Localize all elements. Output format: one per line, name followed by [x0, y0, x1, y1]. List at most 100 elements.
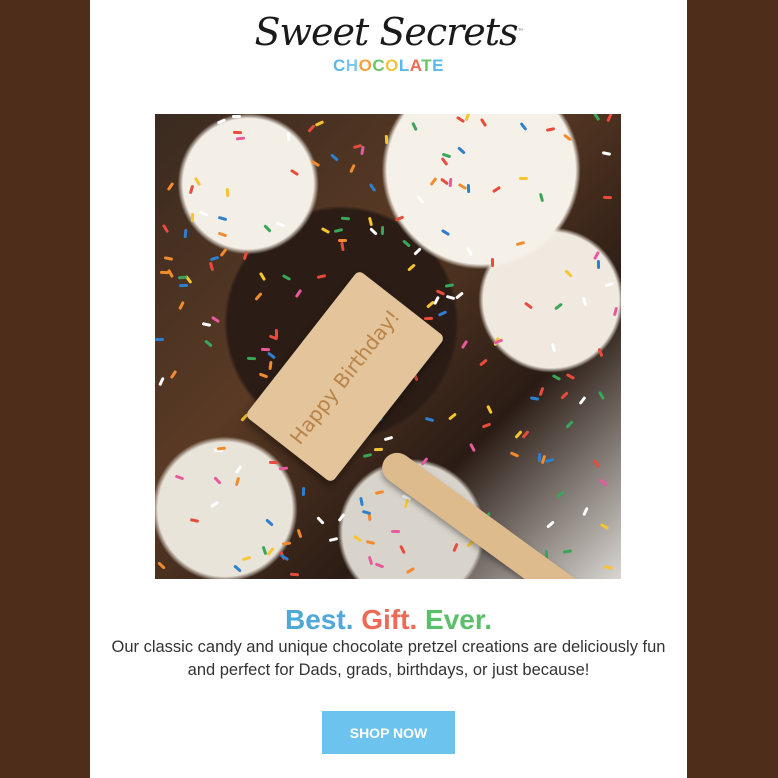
- sprinkle: [316, 516, 325, 525]
- sprinkle: [600, 522, 610, 531]
- sprinkle: [234, 465, 242, 475]
- logo-letter: O: [385, 56, 399, 75]
- sprinkle: [233, 564, 243, 573]
- sprinkle: [163, 255, 174, 261]
- sprinkle: [380, 226, 385, 236]
- sprinkle: [231, 115, 241, 119]
- sprinkle: [562, 133, 572, 142]
- sprinkle: [340, 241, 345, 251]
- sprinkle: [158, 376, 166, 386]
- sprinkle: [441, 228, 451, 237]
- sprinkle: [294, 288, 302, 298]
- sprinkle: [204, 339, 214, 348]
- sprinkle: [424, 416, 434, 423]
- sprinkle: [605, 281, 615, 288]
- sprinkle: [405, 567, 415, 575]
- sprinkle: [416, 195, 425, 205]
- headline-word: Ever.: [425, 604, 492, 635]
- logo-chocolate-wordmark: CHOCOLATE: [90, 56, 687, 76]
- hero-image[interactable]: Happy Birthday!: [155, 114, 621, 579]
- sprinkle: [261, 348, 271, 352]
- sprinkle: [429, 176, 438, 186]
- sprinkle: [440, 156, 449, 166]
- sprinkle: [341, 216, 351, 221]
- sprinkle: [597, 347, 604, 357]
- sprinkle: [578, 395, 587, 405]
- sprinkle: [362, 452, 372, 458]
- sprinkle: [166, 181, 175, 192]
- sprinkle: [210, 316, 220, 324]
- shop-now-button[interactable]: SHOP NOW: [322, 711, 455, 754]
- sprinkle: [193, 177, 201, 187]
- sprinkle: [455, 291, 464, 300]
- sprinkle: [266, 351, 276, 360]
- sprinkle: [598, 391, 606, 401]
- sprinkle: [606, 114, 614, 123]
- sprinkle: [368, 216, 374, 227]
- sprinkle: [183, 228, 188, 239]
- sprinkle: [604, 565, 614, 571]
- sprinkle: [189, 185, 195, 195]
- sprinkle: [208, 261, 215, 272]
- logo-letter: L: [398, 56, 410, 75]
- sprinkle: [316, 273, 326, 280]
- sprinkle: [268, 460, 278, 465]
- sprinkle: [538, 192, 545, 203]
- sprinkle: [349, 163, 356, 174]
- sprinkle: [368, 182, 377, 193]
- sprinkle: [383, 436, 394, 442]
- logo-script: Sweet Secrets™: [254, 10, 523, 54]
- sprinkle: [254, 292, 263, 301]
- logo-letter: C: [333, 56, 346, 75]
- sprinkle: [314, 120, 325, 128]
- sprinkle: [545, 127, 556, 133]
- sprinkle: [218, 231, 228, 238]
- sprinkle: [242, 250, 249, 261]
- sprinkle: [437, 310, 448, 318]
- sprinkle: [328, 537, 338, 543]
- logo-letter: A: [409, 56, 422, 75]
- sprinkle: [554, 302, 563, 310]
- sprinkle: [297, 528, 303, 538]
- sprinkle: [468, 443, 476, 453]
- sprinkle: [235, 136, 246, 141]
- sprinkle: [264, 518, 274, 527]
- sprinkle: [232, 130, 242, 135]
- sprinkle: [330, 152, 339, 162]
- sprinkle: [582, 296, 588, 306]
- sprinkle: [551, 374, 561, 381]
- sprinkle: [394, 215, 405, 222]
- sprinkle: [446, 295, 456, 301]
- sprinkle: [592, 114, 601, 121]
- sprinkle: [509, 451, 520, 458]
- sprinkle: [538, 387, 545, 397]
- brand-logo[interactable]: Sweet Secrets™ CHOCOLATE: [90, 10, 687, 76]
- sprinkle: [359, 496, 364, 506]
- sprinkle: [403, 498, 410, 509]
- mallet-engraving: Happy Birthday!: [285, 304, 405, 449]
- sprinkle: [209, 255, 220, 262]
- sprinkle: [516, 241, 526, 247]
- sprinkle: [261, 545, 267, 555]
- sprinkle: [374, 562, 385, 569]
- sprinkle: [433, 295, 441, 305]
- sprinkle: [216, 446, 226, 451]
- sprinkle: [259, 372, 269, 379]
- sprinkle: [212, 476, 222, 485]
- headline: Best. Gift. Ever.: [90, 603, 687, 637]
- sprinkle: [582, 506, 590, 516]
- sprinkle: [602, 151, 612, 157]
- sprinkle: [603, 195, 613, 199]
- sprinkle: [402, 239, 411, 248]
- sprinkle: [266, 547, 275, 557]
- sprinkle: [178, 300, 185, 310]
- sprinkle: [399, 544, 406, 555]
- sprinkle: [406, 263, 416, 272]
- sprinkle: [413, 247, 423, 256]
- sprinkle: [235, 476, 241, 487]
- sprinkle: [169, 370, 177, 380]
- sprinkle: [290, 573, 300, 577]
- sprinkle: [160, 270, 170, 274]
- sprinkle: [216, 118, 226, 125]
- sprinkle: [301, 486, 305, 496]
